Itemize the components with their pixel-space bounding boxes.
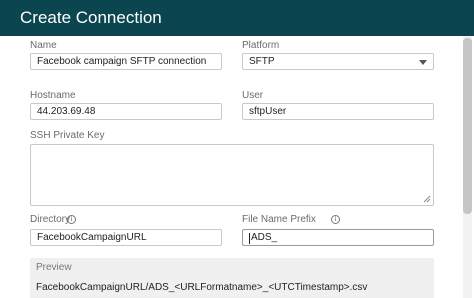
user-input-value: sftpUser: [249, 106, 287, 117]
name-input[interactable]: Facebook campaign SFTP connection: [30, 53, 222, 70]
hostname-label: Hostname: [30, 90, 76, 101]
resize-handle-icon[interactable]: [423, 195, 431, 203]
hostname-input[interactable]: 44.203.69.48: [30, 103, 222, 120]
user-label: User: [242, 90, 264, 101]
scrollbar-thumb[interactable]: [463, 38, 472, 214]
platform-select-value: SFTP: [249, 56, 275, 67]
platform-label: Platform: [242, 40, 280, 51]
preview-panel: Preview FacebookCampaignURL/ADS_<URLForm…: [30, 258, 434, 298]
hostname-input-value: 44.203.69.48: [37, 106, 96, 117]
file-prefix-label: File Name Prefix: [242, 214, 316, 225]
file-prefix-input[interactable]: ADS_: [242, 229, 434, 246]
ssh-key-textarea[interactable]: [30, 144, 434, 206]
file-prefix-input-value: ADS_: [251, 232, 278, 243]
directory-label: Directory: [30, 214, 71, 225]
directory-input-value: FacebookCampaignURL: [37, 232, 147, 243]
dialog-header: Create Connection: [0, 0, 474, 36]
name-input-value: Facebook campaign SFTP connection: [37, 56, 207, 67]
info-icon[interactable]: i: [67, 215, 76, 224]
create-connection-dialog: Create Connection Name Facebook campaign…: [0, 0, 474, 298]
user-input[interactable]: sftpUser: [242, 103, 434, 120]
chevron-down-icon: [419, 60, 427, 65]
dialog-title: Create Connection: [20, 8, 162, 27]
info-icon[interactable]: i: [331, 215, 340, 224]
preview-label: Preview: [36, 262, 72, 273]
preview-path: FacebookCampaignURL/ADS_<URLFormatname>_…: [36, 282, 368, 293]
directory-input[interactable]: FacebookCampaignURL: [30, 229, 222, 246]
ssh-key-label: SSH Private Key: [30, 130, 105, 141]
platform-select[interactable]: SFTP: [242, 53, 434, 70]
name-label: Name: [30, 40, 57, 51]
text-caret: [249, 233, 250, 244]
